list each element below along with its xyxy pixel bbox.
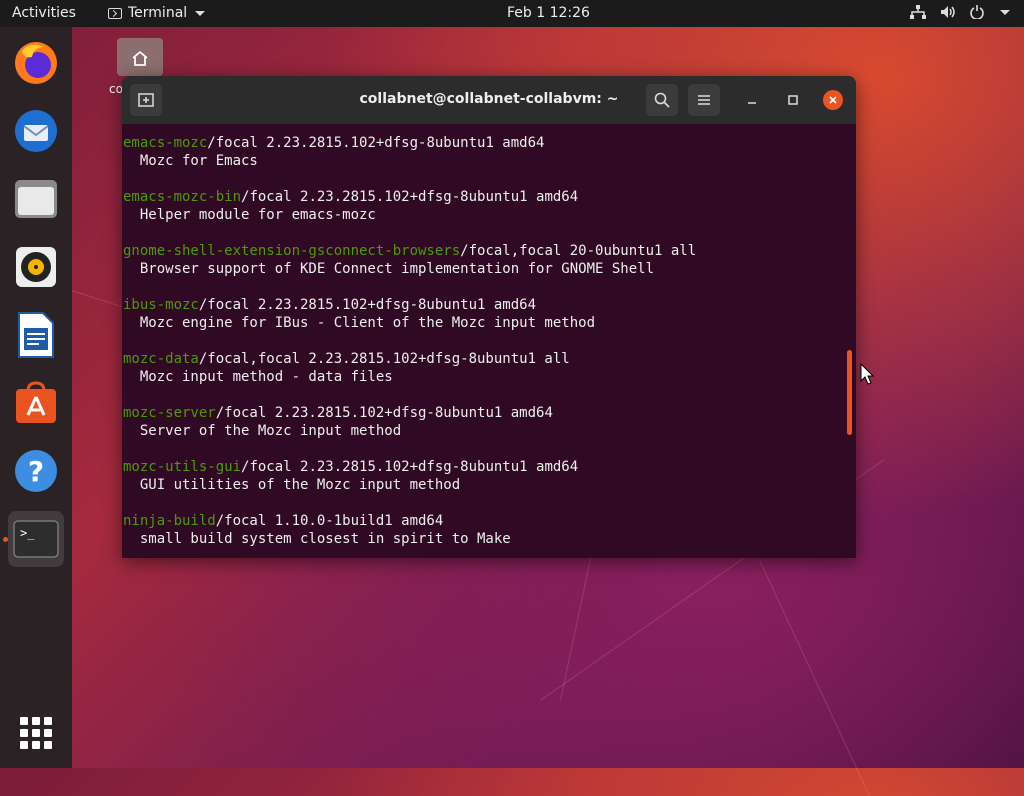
package-description: Mozc for Emacs (123, 153, 258, 169)
package-version: /focal 2.23.2815.102+dfsg-8ubuntu1 amd64 (241, 189, 579, 205)
package-description: small build system closest in spirit to … (123, 531, 511, 547)
svg-text:>_: >_ (20, 526, 35, 540)
thunderbird-icon (15, 110, 57, 152)
hamburger-menu-icon (698, 95, 710, 105)
package-version: /focal 2.23.2815.102+dfsg-8ubuntu1 amd64 (198, 297, 537, 313)
help-icon: ? (15, 450, 57, 492)
package-name: emacs-mozc-bin (123, 189, 242, 205)
terminal-scrollbar[interactable] (847, 350, 852, 435)
help-launcher[interactable]: ? (8, 443, 64, 499)
terminal-line-package: mozc-utils-gui/focal 2.23.2815.102+dfsg-… (123, 458, 843, 476)
minimize-button[interactable] (742, 90, 762, 110)
terminal-line-package: emacs-mozc/focal 2.23.2815.102+dfsg-8ubu… (123, 134, 843, 152)
house-icon (132, 50, 148, 66)
thunderbird-launcher[interactable] (8, 103, 64, 159)
close-button[interactable] (823, 90, 843, 110)
terminal-line-package: mozc-server/focal 2.23.2815.102+dfsg-8ub… (123, 404, 843, 422)
package-version: /focal 2.23.2815.102+dfsg-8ubuntu1 amd64 (215, 405, 553, 421)
package-version: /focal,focal 2.23.2815.102+dfsg-8ubuntu1… (198, 351, 570, 367)
software-icon (16, 381, 56, 423)
terminal-output[interactable]: emacs-mozc/focal 2.23.2815.102+dfsg-8ubu… (123, 134, 843, 548)
minimize-icon (748, 102, 756, 104)
search-button[interactable] (646, 84, 678, 116)
home-folder-label[interactable]: co (109, 82, 123, 96)
package-description: Helper module for emacs-mozc (123, 207, 376, 223)
search-icon (654, 92, 670, 108)
package-description: GUI utilities of the Mozc input method (123, 477, 461, 493)
package-description: Mozc input method - data files (123, 369, 393, 385)
wallpaper-line (759, 560, 870, 796)
package-description: Browser support of KDE Connect implement… (123, 261, 655, 277)
show-applications-icon[interactable] (20, 717, 52, 749)
package-version: /focal 2.23.2815.102+dfsg-8ubuntu1 amd64 (207, 135, 545, 151)
terminal-line-package: emacs-mozc-bin/focal 2.23.2815.102+dfsg-… (123, 188, 843, 206)
terminal-header-bar[interactable]: collabnet@collabnet-collabvm: ~ (122, 76, 856, 124)
menu-button[interactable] (688, 84, 720, 116)
network-icon (910, 5, 926, 19)
terminal-line-package: ibus-mozc/focal 2.23.2815.102+dfsg-8ubun… (123, 296, 843, 314)
mouse-pointer-icon (860, 363, 874, 385)
maximize-icon (788, 95, 798, 105)
dock: ? >_ (0, 27, 72, 768)
running-indicator (3, 537, 8, 542)
package-version: /focal 2.23.2815.102+dfsg-8ubuntu1 amd64 (241, 459, 579, 475)
libreoffice-writer-icon (18, 312, 54, 358)
power-icon (970, 5, 984, 19)
rhythmbox-icon (16, 247, 56, 287)
package-name: mozc-data (123, 351, 199, 367)
package-description: Mozc engine for IBus - Client of the Moz… (123, 315, 596, 331)
files-icon (15, 180, 57, 218)
package-version: /focal,focal 20-0ubuntu1 all (460, 243, 697, 259)
terminal-icon: >_ (13, 520, 59, 558)
top-bar: Activities Terminal Feb 1 12:26 (0, 0, 1024, 27)
home-folder-icon[interactable] (117, 38, 163, 78)
maximize-button[interactable] (783, 90, 803, 110)
rhythmbox-launcher[interactable] (8, 239, 64, 295)
volume-icon (941, 6, 955, 18)
close-icon (829, 96, 837, 104)
system-tray[interactable] (910, 5, 1010, 19)
terminal-launcher[interactable]: >_ (8, 511, 64, 567)
firefox-icon (15, 42, 57, 84)
package-name: mozc-utils-gui (123, 459, 242, 475)
terminal-line-package: ninja-build/focal 1.10.0-1build1 amd64 (123, 512, 843, 530)
terminal-window[interactable]: collabnet@collabnet-collabvm: ~ emacs-mo… (122, 76, 856, 558)
package-version: /focal 1.10.0-1build1 amd64 (215, 513, 444, 529)
package-name: emacs-mozc (123, 135, 208, 151)
software-launcher[interactable] (8, 375, 64, 431)
chevron-down-icon (1000, 9, 1010, 15)
package-description: Server of the Mozc input method (123, 423, 402, 439)
terminal-line-package: gnome-shell-extension-gsconnect-browsers… (123, 242, 843, 260)
firefox-launcher[interactable] (8, 35, 64, 91)
svg-text:?: ? (28, 455, 44, 488)
package-name: gnome-shell-extension-gsconnect-browsers (123, 243, 461, 259)
package-name: mozc-server (123, 405, 216, 421)
writer-launcher[interactable] (8, 307, 64, 363)
package-name: ninja-build (123, 513, 216, 529)
files-launcher[interactable] (8, 171, 64, 227)
package-name: ibus-mozc (123, 297, 199, 313)
clock[interactable]: Feb 1 12:26 (0, 5, 1024, 21)
terminal-line-package: mozc-data/focal,focal 2.23.2815.102+dfsg… (123, 350, 843, 368)
